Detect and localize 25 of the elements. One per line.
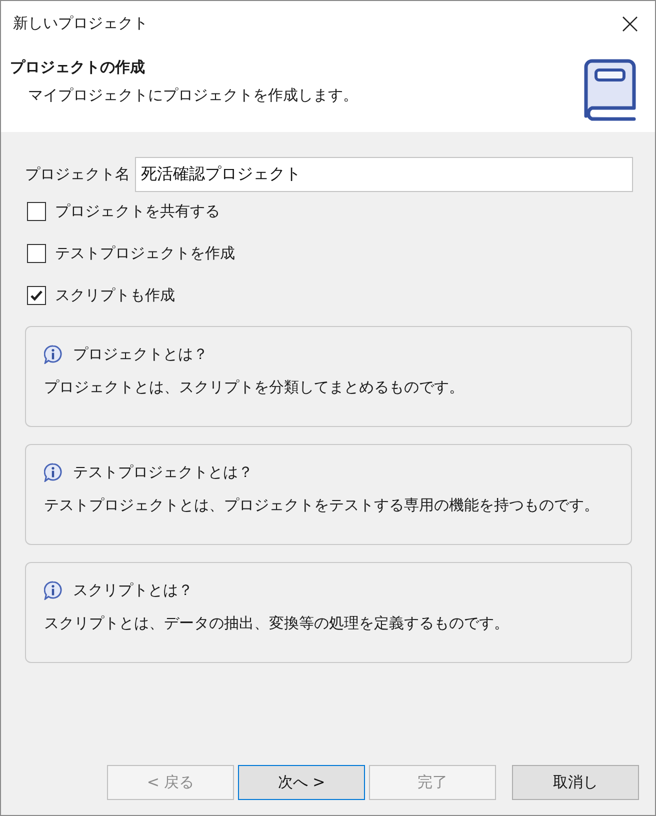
close-icon[interactable]: [622, 16, 638, 32]
info-text: テストプロジェクトとは、プロジェクトをテストする専用の機能を持つものです。: [44, 495, 599, 515]
info-icon: [44, 462, 62, 482]
checkbox-label[interactable]: テストプロジェクトを作成: [55, 244, 235, 262]
info-icon: [44, 344, 62, 364]
window-title: 新しいプロジェクト: [13, 14, 148, 33]
project-name-field[interactable]: 死活確認プロジェクト: [135, 157, 633, 192]
info-title: テストプロジェクトとは？: [73, 462, 253, 482]
checkmark-icon: [30, 290, 43, 300]
info-title: スクリプトとは？: [73, 580, 193, 600]
info-icon: [44, 580, 62, 600]
checkbox[interactable]: [27, 202, 46, 220]
page-heading: プロジェクトの作成: [10, 57, 145, 77]
book-icon: [584, 59, 636, 121]
checkbox-label[interactable]: スクリプトも作成: [55, 286, 175, 304]
checkbox[interactable]: [27, 286, 46, 304]
page-description: マイプロジェクトにプロジェクトを作成します。: [28, 85, 358, 105]
project-name-label: プロジェクト名: [25, 165, 131, 184]
info-title: プロジェクトとは？: [73, 344, 208, 364]
info-text: スクリプトとは、データの抽出、変換等の処理を定義するものです。: [44, 613, 509, 633]
dialog-button[interactable]: 次へ >: [238, 765, 365, 800]
checkbox[interactable]: [27, 244, 46, 262]
checkbox-label[interactable]: プロジェクトを共有する: [55, 202, 220, 220]
dialog-button[interactable]: 取消し: [512, 765, 639, 800]
info-text: プロジェクトとは、スクリプトを分類してまとめるものです。: [44, 377, 464, 397]
